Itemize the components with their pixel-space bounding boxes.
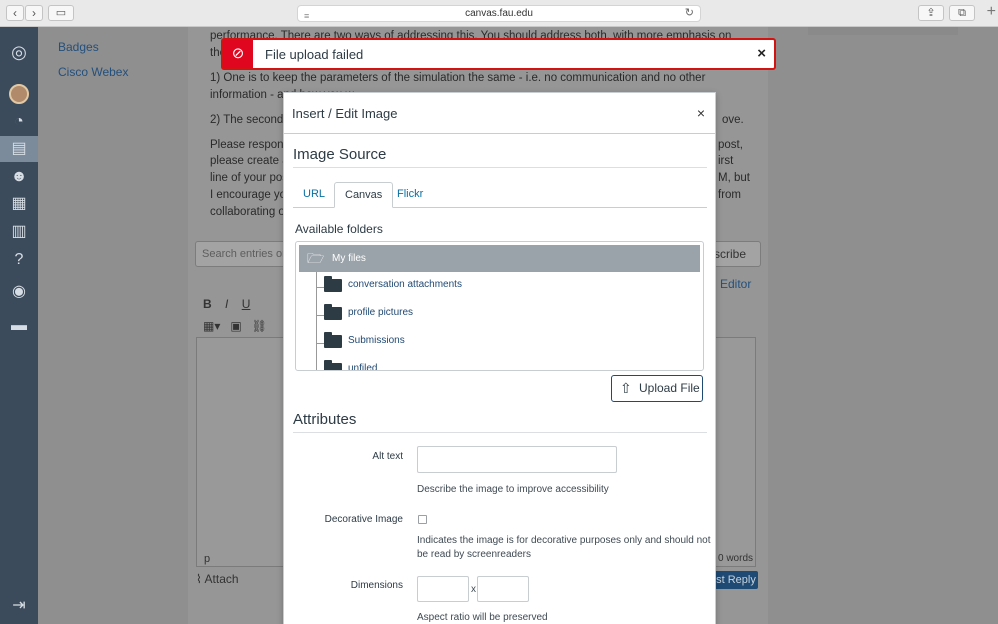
sidebar-toggle-icon[interactable]: ▭ — [48, 5, 74, 21]
source-tabs: URL Canvas Flickr — [293, 182, 707, 208]
image-source-heading: Image Source — [293, 146, 387, 163]
tab-url[interactable]: URL — [293, 182, 335, 208]
width-input[interactable] — [417, 576, 469, 602]
dimensions-label: Dimensions — [350, 580, 403, 591]
upload-icon: ⇧ — [620, 380, 632, 396]
browser-toolbar: ‹ › ▭ ≡ canvas.fau.edu ↻ ⇪ ⧉ + — [0, 0, 998, 27]
tab-canvas[interactable]: Canvas — [334, 182, 394, 208]
dialog-title: Insert / Edit Image — [292, 106, 398, 121]
divider — [293, 432, 707, 433]
dashboard-icon[interactable]: ◔ — [0, 109, 38, 135]
discussion-paragraph-end: ove. — [722, 114, 744, 126]
course-nav-badges[interactable]: Badges — [58, 40, 99, 54]
discussion-line-tail: post, — [718, 139, 743, 151]
course-nav-webex[interactable]: Cisco Webex — [58, 65, 128, 79]
folder-tree[interactable]: 🗁 My files conversation attachments prof… — [295, 241, 704, 371]
url-text: canvas.fau.edu — [465, 8, 533, 19]
folder-icon — [324, 276, 342, 292]
close-alert-icon[interactable]: × — [757, 45, 766, 62]
discussion-line-tail: M, but — [718, 172, 750, 184]
account-avatar[interactable] — [9, 84, 29, 104]
decorative-hint: Indicates the image is for decorative pu… — [417, 535, 711, 546]
logo-icon[interactable]: ◎ — [0, 39, 38, 65]
collapse-icon[interactable]: ⇥ — [0, 593, 38, 619]
groups-icon[interactable]: ☻ — [0, 164, 38, 190]
link-icon[interactable]: ⛓ — [252, 319, 267, 333]
new-tab-icon[interactable]: + — [987, 3, 996, 21]
italic-icon[interactable]: I — [225, 297, 228, 311]
path-indicator: p — [204, 553, 211, 565]
discussion-line-tail: from — [718, 189, 741, 201]
folder-open-icon: 🗁 — [307, 250, 325, 266]
folder-icon — [324, 360, 342, 370]
courses-icon[interactable]: ▤ — [0, 136, 38, 162]
available-folders-label: Available folders — [295, 222, 383, 236]
dialog-header: Insert / Edit Image × — [284, 93, 715, 134]
divider — [293, 167, 707, 168]
editor-toolbar: B I U — [203, 297, 250, 311]
error-alert: ⊘ File upload failed × — [221, 38, 776, 70]
back-button[interactable]: ‹ — [6, 5, 24, 21]
inbox-icon[interactable]: ▥ — [0, 219, 38, 245]
tabs-icon[interactable]: ⧉ — [949, 5, 975, 21]
media-icon[interactable]: ▣ — [230, 319, 241, 333]
folder-icon — [324, 304, 342, 320]
address-bar[interactable]: ≡ canvas.fau.edu ↻ — [297, 5, 701, 22]
paperclip-icon: ⌇ — [196, 572, 202, 586]
share-icon[interactable]: ⇪ — [918, 5, 944, 21]
alt-text-hint: Describe the image to improve accessibil… — [417, 484, 609, 495]
folder-item[interactable]: profile pictures — [316, 304, 696, 325]
discussion-line-tail: irst — [718, 155, 734, 167]
dimension-separator: x — [471, 584, 476, 595]
calendar-icon[interactable]: ▦ — [0, 191, 38, 217]
folder-item[interactable]: unfiled — [316, 360, 696, 370]
rich-editor-toggle[interactable]: Editor — [720, 277, 751, 291]
attributes-heading: Attributes — [293, 411, 357, 428]
global-navigation: ◎ ◔ ▤ ☻ ▦ ▥ ? ◉ ▬ ⇥ — [0, 27, 38, 624]
tab-flickr[interactable]: Flickr — [387, 182, 433, 208]
folder-icon — [324, 332, 342, 348]
right-panel — [808, 27, 958, 35]
folder-item[interactable]: Submissions — [316, 332, 696, 353]
upload-file-button[interactable]: ⇧ Upload File — [611, 375, 703, 402]
help-icon[interactable]: ? — [0, 247, 38, 273]
word-count: 0 words — [718, 553, 754, 564]
files-icon[interactable]: ▬ — [0, 313, 38, 339]
reload-icon[interactable]: ↻ — [685, 6, 694, 21]
decorative-image-label: Decorative Image — [324, 514, 403, 525]
editor-toolbar-row2: ▦▾ ▣ ⛓ — [203, 319, 267, 333]
insert-image-dialog: Insert / Edit Image × Image Source URL C… — [283, 92, 716, 624]
aspect-ratio-hint: Aspect ratio will be preserved — [417, 612, 548, 623]
reader-icon[interactable]: ≡ — [304, 9, 309, 24]
folder-item[interactable]: conversation attachments — [316, 276, 696, 297]
studio-icon[interactable]: ◉ — [0, 279, 38, 305]
height-input[interactable] — [477, 576, 529, 602]
folder-my-files[interactable]: 🗁 My files — [299, 245, 700, 272]
close-dialog-icon[interactable]: × — [697, 105, 705, 121]
subscribe-button[interactable]: scribe — [714, 241, 770, 267]
decorative-hint-line2: be read by screenreaders — [417, 549, 531, 560]
alt-text-label: Alt text — [372, 451, 403, 462]
no-entry-icon: ⊘ — [223, 40, 253, 68]
alt-text-input[interactable] — [417, 446, 617, 473]
underline-icon[interactable]: U — [242, 297, 251, 311]
bold-icon[interactable]: B — [203, 297, 212, 311]
alert-message: File upload failed — [265, 47, 364, 62]
attach-link[interactable]: ⌇ Attach — [196, 572, 239, 586]
table-icon[interactable]: ▦▾ — [203, 319, 220, 333]
decorative-image-checkbox[interactable] — [418, 515, 427, 524]
post-reply-button[interactable]: st Reply — [714, 571, 758, 589]
forward-button[interactable]: › — [25, 5, 43, 21]
